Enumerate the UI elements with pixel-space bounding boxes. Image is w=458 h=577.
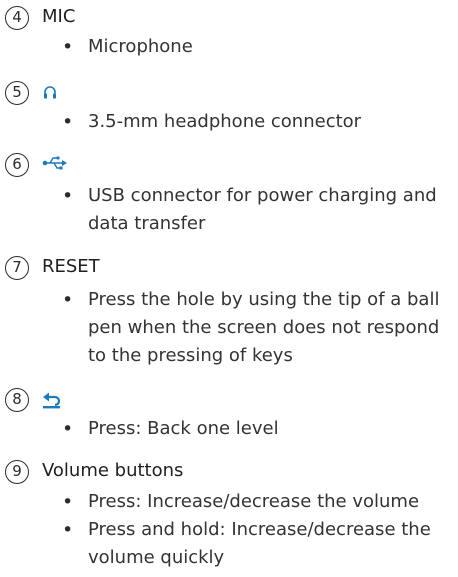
- item-number: 8: [5, 388, 29, 412]
- bullet-text: 3.5-mm headphone connector: [88, 111, 362, 132]
- bullet-marker: •: [62, 289, 74, 311]
- bullet-marker: •: [62, 491, 74, 513]
- bullet-text: USB connector for power charging and dat…: [88, 185, 437, 234]
- item-number: 5: [5, 81, 29, 105]
- back-icon: [43, 392, 61, 409]
- bullet-text: Microphone: [88, 36, 193, 57]
- bullet-marker: •: [62, 185, 74, 207]
- bullet-text: Press the hole by using the tip of a bal…: [88, 289, 440, 366]
- bullet-text: Press: Increase/decrease the volume: [88, 491, 420, 512]
- item-title: Volume buttons: [42, 460, 184, 481]
- item-title: RESET: [42, 256, 100, 277]
- item-title: MIC: [42, 6, 76, 27]
- headphone-icon: [44, 86, 56, 99]
- bullet-marker: •: [62, 36, 74, 58]
- item-number: 4: [5, 6, 29, 30]
- bullet-marker: •: [62, 418, 74, 440]
- bullet-text: Press and hold: Increase/decrease the vo…: [88, 519, 431, 568]
- item-number: 9: [5, 460, 29, 484]
- usb-icon: [42, 156, 67, 170]
- bullet-text: Press: Back one level: [88, 418, 279, 439]
- bullet-marker: •: [62, 111, 74, 133]
- bullet-marker: •: [62, 519, 74, 541]
- item-number: 7: [5, 256, 29, 280]
- item-number: 6: [5, 153, 29, 177]
